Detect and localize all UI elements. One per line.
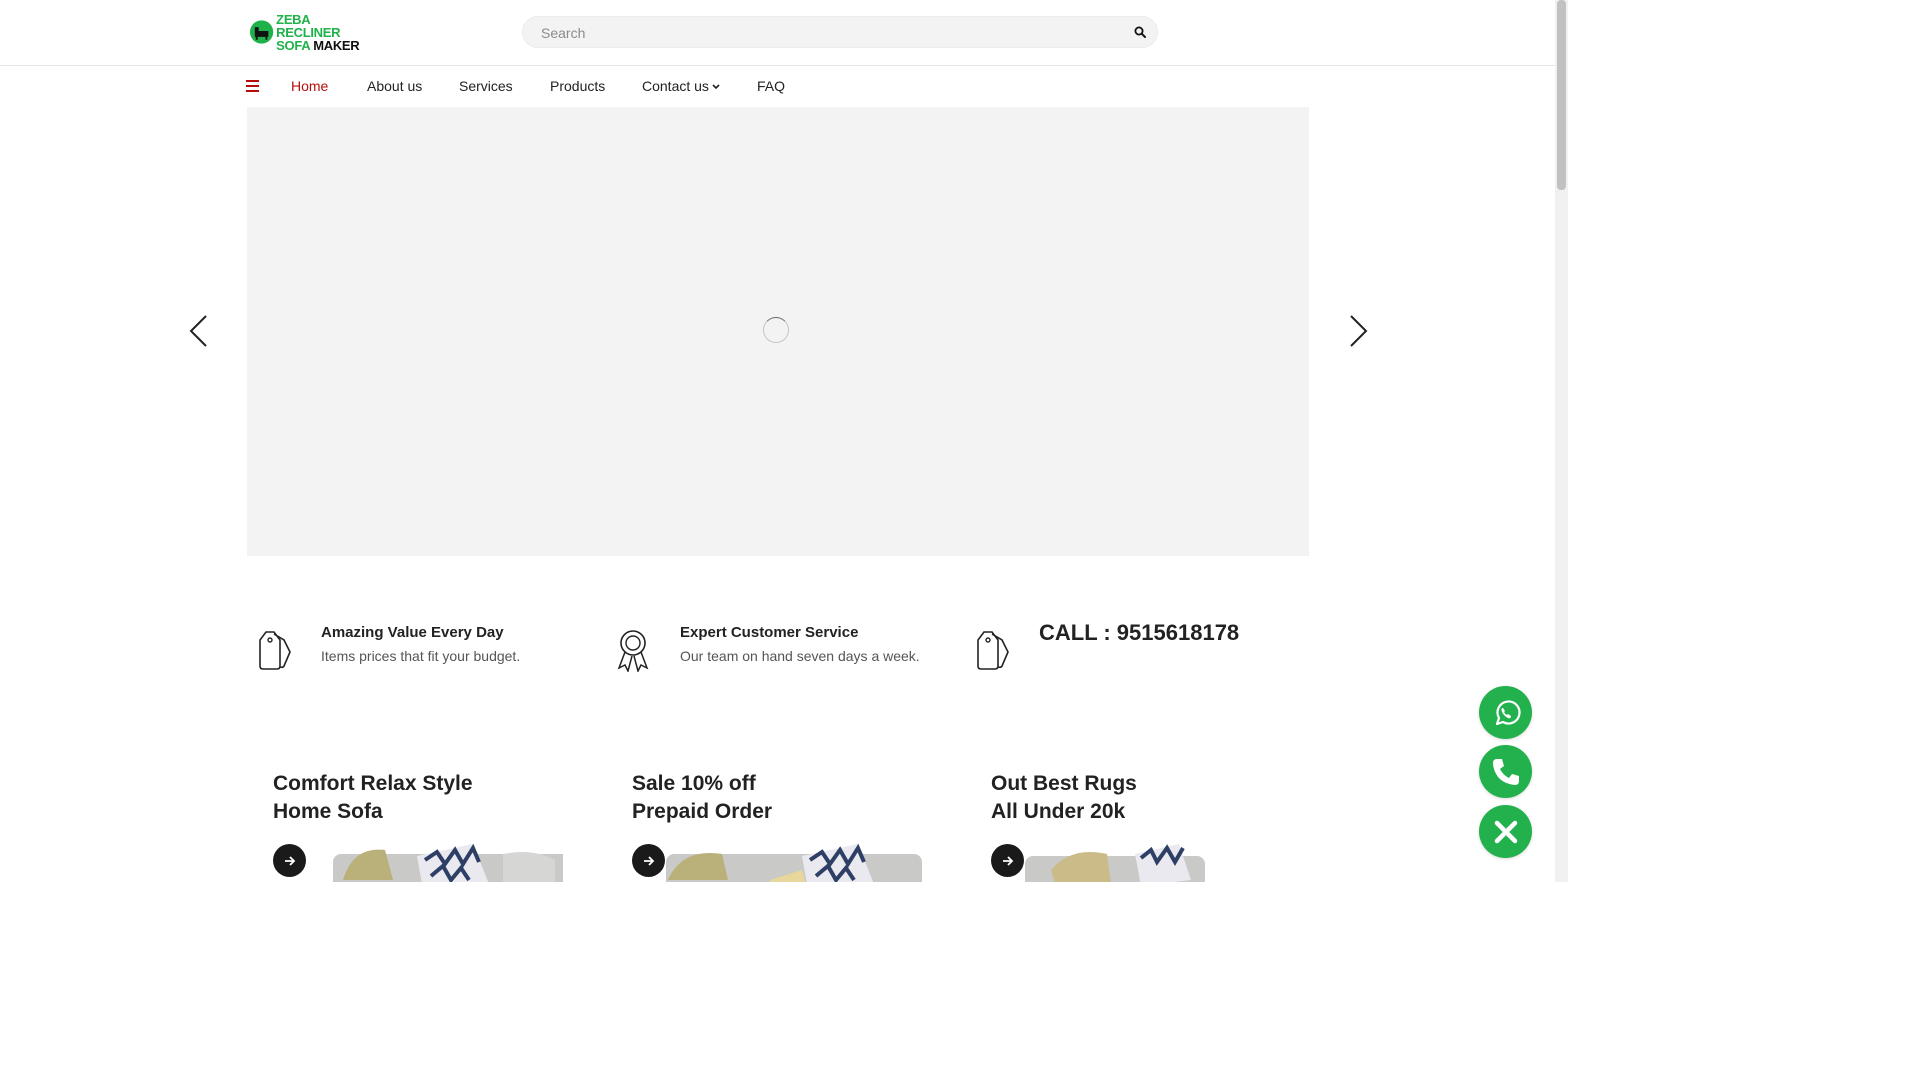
nav-faq[interactable]: FAQ <box>757 78 785 94</box>
nav-services[interactable]: Services <box>459 78 513 94</box>
arrow-right-icon <box>643 855 654 866</box>
nav-home[interactable]: Home <box>291 78 328 94</box>
hamburger-menu-icon[interactable] <box>246 80 259 92</box>
hero-slider <box>247 107 1309 556</box>
sofa-image <box>333 843 563 882</box>
feature-subtitle: Items prices that fit your budget. <box>321 648 521 664</box>
promo-title: Comfort Relax Style Home Sofa <box>273 770 473 826</box>
search-button[interactable] <box>1131 23 1149 41</box>
nav-contact-us[interactable]: Contact us <box>642 78 720 94</box>
scrollbar-thumb[interactable] <box>1557 0 1566 190</box>
site-header: ZEBA RECLINER SOFA MAKER <box>0 0 1555 66</box>
whatsapp-button[interactable] <box>1479 686 1532 739</box>
arrow-right-icon <box>284 855 295 866</box>
phone-call-button[interactable] <box>1479 745 1532 798</box>
search-bar <box>522 16 1158 49</box>
nav-about-us[interactable]: About us <box>367 78 422 94</box>
promo-title-line2: Home Sofa <box>273 800 383 823</box>
call-number[interactable]: CALL : 9515618178 <box>1039 620 1239 646</box>
nav-products[interactable]: Products <box>550 78 605 94</box>
price-tag-icon <box>259 631 291 670</box>
chevron-down-icon <box>712 84 720 90</box>
recliner-logo-icon <box>249 20 274 44</box>
search-icon <box>1134 26 1146 38</box>
promo-arrow-button[interactable] <box>273 844 306 877</box>
search-input[interactable] <box>539 17 1123 49</box>
page-scrollbar[interactable] <box>1555 0 1568 882</box>
slider-next-arrow-icon[interactable] <box>1349 314 1369 348</box>
close-float-button[interactable] <box>1479 805 1532 858</box>
sofa-image <box>666 843 922 882</box>
promo-title-line1: Comfort Relax Style <box>273 772 473 795</box>
promo-arrow-button[interactable] <box>991 844 1024 877</box>
logo-line-2b: MAKER <box>313 37 360 53</box>
price-tag-icon <box>977 631 1009 670</box>
promo-title-line2: Prepaid Order <box>632 800 773 823</box>
close-icon <box>1494 820 1517 843</box>
logo-line-1: ZEBA RECLINER <box>276 11 341 40</box>
promo-title: Out Best Rugs All Under 20k <box>991 770 1137 826</box>
promo-title-line2: All Under 20k <box>991 800 1126 823</box>
arrow-right-icon <box>1002 855 1013 866</box>
promo-card-rugs[interactable]: Out Best Rugs All Under 20k <box>991 770 1311 882</box>
feature-subtitle: Our team on hand seven days a week. <box>680 648 920 664</box>
promo-title-line1: Sale 10% off <box>632 772 756 795</box>
feature-title: Amazing Value Every Day <box>321 624 504 641</box>
site-logo[interactable]: ZEBA RECLINER SOFA MAKER <box>249 13 374 52</box>
nav-contact-us-label: Contact us <box>642 78 709 94</box>
logo-text: ZEBA RECLINER SOFA MAKER <box>276 13 374 52</box>
promo-title: Sale 10% off Prepaid Order <box>632 770 772 826</box>
whatsapp-icon <box>1495 699 1521 725</box>
promo-card-sofa[interactable]: Comfort Relax Style Home Sofa <box>273 770 593 882</box>
main-nav: Home About us Services Products Contact … <box>0 66 1555 106</box>
promo-title-line1: Out Best Rugs <box>991 772 1137 795</box>
feature-title: Expert Customer Service <box>680 624 859 641</box>
loading-spinner-icon <box>763 317 789 343</box>
sofa-image <box>1025 844 1205 882</box>
slider-prev-arrow-icon[interactable] <box>188 314 208 348</box>
phone-icon <box>1492 758 1519 785</box>
promo-arrow-button[interactable] <box>632 844 665 877</box>
logo-line-2a: SOFA <box>276 37 314 53</box>
promo-card-sale[interactable]: Sale 10% off Prepaid Order <box>632 770 952 882</box>
award-ribbon-icon <box>617 630 649 672</box>
